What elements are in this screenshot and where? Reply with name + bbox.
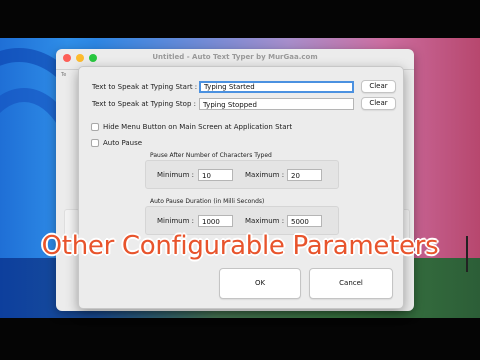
typing-stop-field[interactable]: Typing Stopped [199, 98, 354, 110]
duration-max-label: Maximum : [245, 217, 285, 225]
clear-stop-button[interactable]: Clear [361, 97, 396, 110]
main-window-side-label: Te [61, 72, 67, 78]
chars-min-label: Minimum : [157, 171, 195, 179]
auto-pause-checkbox[interactable] [91, 139, 99, 147]
duration-max-field[interactable]: 5000 [287, 215, 322, 227]
clear-start-button[interactable]: Clear [361, 80, 396, 93]
hide-menu-label: Hide Menu Button on Main Screen at Appli… [103, 123, 293, 131]
chars-group-title: Pause After Number of Characters Typed [150, 152, 272, 159]
chars-max-field[interactable]: 20 [287, 169, 322, 181]
duration-min-label: Minimum : [157, 217, 195, 225]
typing-stop-label: Text to Speak at Typing Stop : [92, 100, 196, 108]
chars-min-field[interactable]: 10 [198, 169, 233, 181]
duration-min-field[interactable]: 1000 [198, 215, 233, 227]
letterbox-bottom [0, 318, 480, 360]
settings-dialog: Text to Speak at Typing Start : Typing S… [78, 66, 404, 309]
text-cursor [466, 236, 468, 272]
chars-max-label: Maximum : [245, 171, 285, 179]
auto-pause-label: Auto Pause [103, 139, 143, 147]
main-window-title: Untitled - Auto Text Typer by MurGaa.com [152, 53, 318, 61]
ok-button[interactable]: OK [219, 268, 301, 299]
chars-group-box: Minimum : 10 Maximum : 20 [145, 160, 339, 189]
letterbox-top [0, 0, 480, 38]
caption-overlay: Other Configurable Parameters [41, 231, 439, 261]
typing-start-field[interactable]: Typing Started [199, 81, 354, 93]
cancel-button[interactable]: Cancel [309, 268, 393, 299]
hide-menu-checkbox[interactable] [91, 123, 99, 131]
typing-start-label: Text to Speak at Typing Start : [92, 83, 198, 91]
duration-group-title: Auto Pause Duration (in Milli Seconds) [150, 198, 265, 205]
